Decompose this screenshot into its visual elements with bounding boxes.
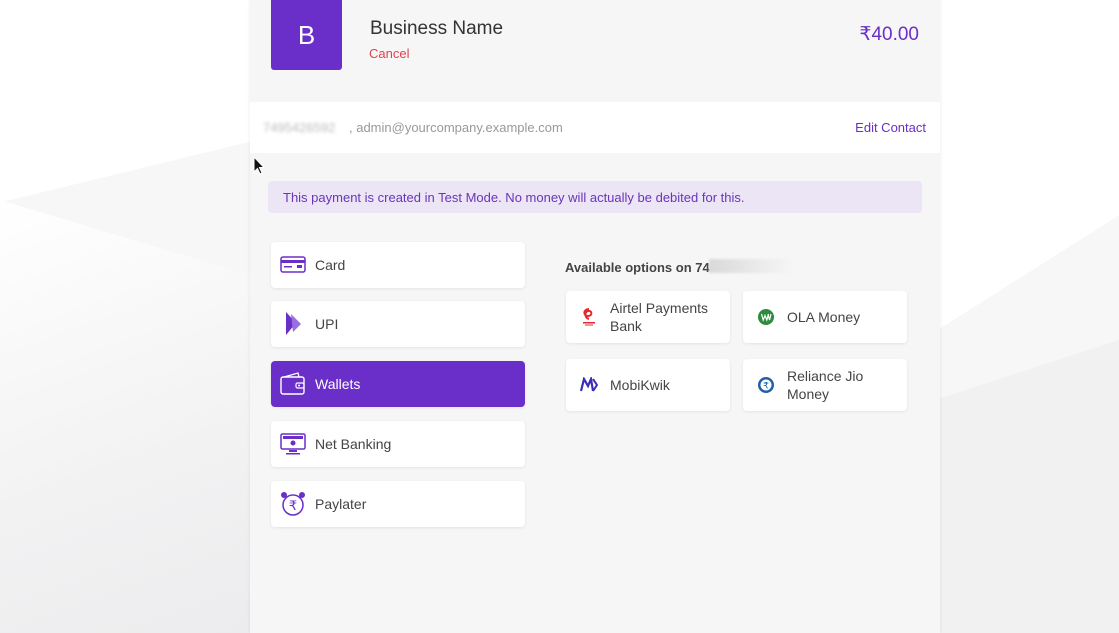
- wallet-airtel[interactable]: Airtel Payments Bank: [566, 291, 730, 343]
- card-icon: [280, 251, 306, 279]
- wallet-label: Airtel Payments Bank: [610, 300, 709, 334]
- method-label: Net Banking: [315, 436, 392, 452]
- wallet-icon: [280, 370, 306, 398]
- jio-money-icon: ₹: [757, 376, 775, 394]
- ola-money-icon: [757, 308, 775, 326]
- method-upi[interactable]: UPI: [271, 301, 525, 347]
- available-options-heading: Available options on 74: [565, 260, 710, 275]
- cancel-link[interactable]: Cancel: [369, 46, 409, 61]
- paylater-icon: ₹: [280, 490, 306, 518]
- method-card[interactable]: Card: [271, 242, 525, 288]
- wallet-jio-money[interactable]: ₹ Reliance Jio Money: [743, 359, 907, 411]
- net-banking-icon: [280, 430, 306, 458]
- redacted-number: [709, 259, 795, 273]
- background-shape: [939, 0, 1119, 330]
- method-net-banking[interactable]: Net Banking: [271, 421, 525, 467]
- method-label: Card: [315, 257, 346, 273]
- wallet-label: OLA Money: [787, 309, 861, 325]
- wallet-label: Reliance Jio Money: [787, 368, 864, 402]
- method-paylater[interactable]: ₹ Paylater: [271, 481, 525, 527]
- method-label: Paylater: [315, 496, 367, 512]
- wallet-ola-money[interactable]: OLA Money: [743, 291, 907, 343]
- upi-icon: [280, 310, 306, 338]
- background-shape: [0, 200, 260, 633]
- payment-amount: ₹40.00: [859, 24, 919, 45]
- wallet-label: MobiKwik: [610, 377, 670, 393]
- background-shape: [939, 340, 1119, 633]
- contact-email: , admin@yourcompany.example.com: [349, 120, 563, 135]
- svg-text:₹: ₹: [763, 382, 769, 392]
- method-label: UPI: [315, 316, 339, 332]
- svg-text:₹: ₹: [289, 499, 297, 514]
- method-label: Wallets: [315, 376, 361, 392]
- test-mode-notice: This payment is created in Test Mode. No…: [268, 181, 922, 213]
- business-name: Business Name: [370, 18, 504, 39]
- business-logo: B: [271, 0, 342, 70]
- airtel-icon: [580, 308, 598, 326]
- wallet-mobikwik[interactable]: MobiKwik: [566, 359, 730, 411]
- method-wallets[interactable]: Wallets: [271, 361, 525, 407]
- mouse-cursor-icon: [253, 156, 265, 175]
- checkout-panel: B Business Name Cancel ₹40.00 7495426592…: [250, 0, 940, 633]
- contact-bar: 7495426592 , admin@yourcompany.example.c…: [250, 102, 940, 153]
- edit-contact-link[interactable]: Edit Contact: [855, 120, 926, 135]
- checkout-header: B Business Name Cancel ₹40.00: [250, 0, 940, 102]
- contact-phone: 7495426592: [263, 120, 336, 135]
- mobikwik-icon: [580, 376, 598, 394]
- background-shape: [0, 0, 260, 203]
